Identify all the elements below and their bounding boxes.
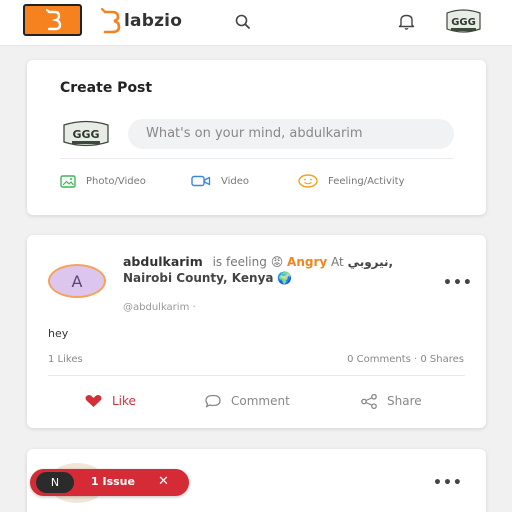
comment-button[interactable]: Comment <box>204 393 290 409</box>
author-avatar[interactable]: A <box>48 264 106 298</box>
photo-video-label: Photo/Video <box>86 175 146 187</box>
more-options-icon[interactable]: ••• <box>433 475 463 491</box>
more-options-icon[interactable]: ••• <box>443 275 473 291</box>
video-button[interactable]: Video <box>191 173 249 189</box>
heart-icon <box>85 395 102 407</box>
comments-shares-count: 0 Comments · 0 Shares <box>347 354 464 365</box>
share-icon <box>361 393 377 409</box>
video-label: Video <box>221 175 250 187</box>
smiley-icon <box>298 174 318 188</box>
feeling-value: Angry <box>287 255 328 269</box>
video-camera-icon <box>191 175 211 187</box>
divider <box>60 158 454 159</box>
avatar-initial: A <box>71 271 83 291</box>
globe-emoji-icon: 🌍 <box>277 271 293 285</box>
comment-label: Comment <box>231 394 290 408</box>
user-avatar[interactable]: GGG <box>441 7 486 36</box>
create-post-title: Create Post <box>60 80 153 96</box>
likes-count[interactable]: 1 Likes <box>48 354 83 365</box>
close-icon[interactable]: ✕ <box>158 474 169 489</box>
issues-label: 1 Issue <box>91 475 135 488</box>
angry-emoji-icon: 😡 <box>270 255 284 269</box>
photo-video-button[interactable]: Photo/Video <box>60 173 146 189</box>
search-icon[interactable] <box>234 13 252 31</box>
bell-icon[interactable] <box>397 12 416 31</box>
post-text: hey <box>48 327 69 340</box>
avatar-text: GGG <box>72 128 99 141</box>
like-label: Like <box>112 394 136 408</box>
b-logo-icon <box>45 9 61 31</box>
divider <box>48 375 465 376</box>
share-label: Share <box>387 394 422 408</box>
feeling-prefix: is feeling <box>212 255 267 269</box>
comment-icon <box>205 394 221 408</box>
n-logo-icon: N <box>36 472 74 493</box>
feeling-activity-button[interactable]: Feeling/Activity <box>298 173 405 189</box>
top-navbar: labzio GGG <box>0 0 512 46</box>
issues-badge[interactable]: N 1 Issue ✕ <box>30 469 189 496</box>
share-button[interactable]: Share <box>360 393 422 409</box>
user-avatar[interactable]: GGG <box>60 118 112 150</box>
brand-logo[interactable]: labzio <box>100 7 182 35</box>
post-composer-input[interactable]: What's on your mind, abdulkarim <box>128 119 454 149</box>
like-button[interactable]: Like <box>84 393 136 409</box>
create-post-card: Create Post GGG What's on your mind, abd… <box>27 60 486 215</box>
avatar-text: GGG <box>451 17 476 28</box>
b-logo-icon <box>100 8 121 34</box>
author-name[interactable]: abdulkarim <box>123 254 203 269</box>
photo-icon <box>60 174 76 188</box>
post-card: A abdulkarim is feeling 😡 Angry At نيروب… <box>27 235 486 428</box>
post-header: abdulkarim is feeling 😡 Angry At نيروبي,… <box>123 254 423 286</box>
at-label: At <box>331 255 344 269</box>
feeling-activity-label: Feeling/Activity <box>328 175 405 187</box>
home-logo-button[interactable] <box>23 4 82 36</box>
brand-name: labzio <box>124 11 183 31</box>
author-handle: @abdulkarim · <box>123 302 196 313</box>
